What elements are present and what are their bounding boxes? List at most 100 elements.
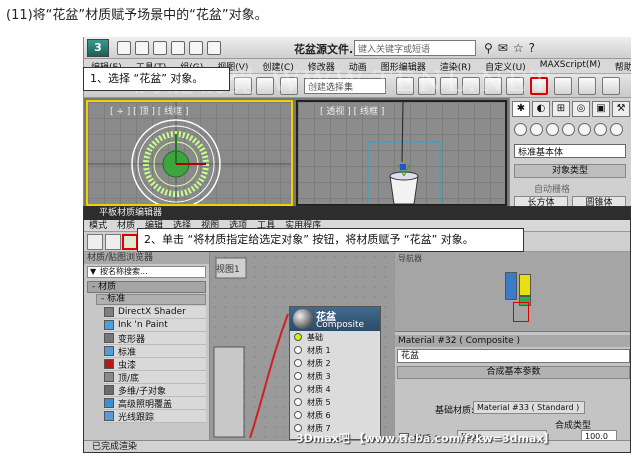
perspective-viewport[interactable]: [ 透视 ] [ 线框 ] xyxy=(296,100,507,206)
top-viewport[interactable]: [ + ] [ 顶 ] [ 线框 ] xyxy=(86,100,293,206)
base-material-label: 基础材质: xyxy=(435,406,475,416)
open-file-icon[interactable] xyxy=(135,41,149,55)
assign-material-to-selection-icon[interactable] xyxy=(122,234,138,250)
object-type-rollout[interactable]: 对象类型 xyxy=(514,164,626,178)
material-item-label: DirectX Shader xyxy=(118,307,186,317)
material-list-item[interactable]: 变形器 xyxy=(104,332,206,345)
slate-menu-mode[interactable]: 模式 xyxy=(84,220,112,231)
slot-connector-icon[interactable] xyxy=(294,333,302,341)
materials-group-header[interactable]: - 材质 xyxy=(87,281,206,293)
view-tab-label[interactable]: 视图1 xyxy=(216,262,240,275)
material-list-item[interactable]: DirectX Shader xyxy=(104,306,206,319)
material-list-item[interactable]: 光线跟踪 xyxy=(104,410,206,423)
material-swatch-icon xyxy=(104,385,114,395)
material-list-item[interactable]: 高级照明覆盖 xyxy=(104,397,206,410)
shapes-icon[interactable] xyxy=(530,123,543,136)
node-slot-base[interactable]: 基础 xyxy=(290,331,380,344)
base-material-button[interactable]: Material #33 ( Standard ) xyxy=(473,401,585,414)
composite-basic-params-rollout[interactable]: 合成基本参数 xyxy=(397,366,630,379)
composite-material-node[interactable]: 花盆 Composite 基础 材质 1 材质 2 材质 3 材质 4 材质 5… xyxy=(289,306,381,440)
node-header[interactable]: 花盆 Composite xyxy=(290,307,380,331)
modify-tab-icon[interactable]: ◐ xyxy=(532,101,550,117)
footer-watermark: 3Dmax吧 【www.tieba.com/f?kw=3dmax】 xyxy=(296,432,555,445)
material-list-item[interactable]: Ink 'n Paint xyxy=(104,319,206,332)
material-item-label: Ink 'n Paint xyxy=(118,320,168,330)
node-slot[interactable]: 材质 3 xyxy=(290,370,380,383)
material-list-item[interactable]: 虫漆 xyxy=(104,358,206,371)
step2-callout: 2、单击 “将材质指定给选定对象” 按钮，将材质赋予 “花盆” 对象。 xyxy=(137,228,524,252)
material-swatch-icon xyxy=(104,359,114,369)
rendered-frame-window-icon[interactable] xyxy=(578,77,596,95)
new-file-icon[interactable] xyxy=(117,41,131,55)
space-warps-icon[interactable] xyxy=(594,123,607,136)
material-swatch-icon xyxy=(104,333,114,343)
navigator-label: 导航器 xyxy=(398,254,422,263)
slot-connector-icon[interactable] xyxy=(294,411,302,419)
material-list-item[interactable]: 标准 xyxy=(104,345,206,358)
navigator-viewport-rect[interactable] xyxy=(513,302,529,322)
material-swatch-icon xyxy=(104,320,114,330)
motion-tab-icon[interactable]: ◎ xyxy=(572,101,590,117)
material-list-item[interactable]: 顶/底 xyxy=(104,371,206,384)
geometry-icon[interactable] xyxy=(514,123,527,136)
navigator-panel[interactable]: 导航器 xyxy=(395,252,630,332)
node-slot[interactable]: 材质 6 xyxy=(290,409,380,422)
material-item-label: 光线跟踪 xyxy=(118,412,155,423)
slot-label: 材质 2 xyxy=(307,359,331,368)
undo-icon[interactable] xyxy=(171,41,185,55)
material-name-field[interactable]: 花盆 xyxy=(397,349,630,363)
flowerpot-top-view[interactable] xyxy=(88,102,291,204)
create-tab-icon[interactable]: ✱ xyxy=(512,101,530,117)
slot-connector-icon[interactable] xyxy=(294,385,302,393)
project-folder-icon[interactable] xyxy=(207,41,221,55)
app-logo-icon[interactable]: 3 xyxy=(87,39,109,57)
node-slot[interactable]: 材质 5 xyxy=(290,396,380,409)
search-input[interactable]: 键入关键字或短语 xyxy=(354,40,476,56)
hierarchy-tab-icon[interactable]: ⊞ xyxy=(552,101,570,117)
communication-icon[interactable]: ✉ xyxy=(498,41,508,55)
helpers-icon[interactable] xyxy=(578,123,591,136)
material-swatch-icon xyxy=(104,398,114,408)
material-swatch-icon xyxy=(104,346,114,356)
render-setup-icon[interactable] xyxy=(554,77,572,95)
primitive-type-dropdown[interactable]: 标准基本体 xyxy=(514,144,626,158)
slate-title-bar: 平板材质编辑器 xyxy=(84,207,630,220)
slate-menu-material[interactable]: 材质 xyxy=(112,220,140,231)
standard-subgroup-header[interactable]: - 标准 xyxy=(96,294,206,305)
viewport-area: [ + ] [ 顶 ] [ 线框 ] [ 透视 ] [ 线框 ] xyxy=(84,98,509,208)
save-file-icon[interactable] xyxy=(153,41,167,55)
select-tool-icon[interactable] xyxy=(87,234,103,250)
slot-connector-icon[interactable] xyxy=(294,372,302,380)
menu-help[interactable]: 帮助(H) xyxy=(608,59,631,73)
help-icon[interactable]: ? xyxy=(529,41,535,55)
render-production-icon[interactable] xyxy=(602,77,620,95)
quick-access-toolbar xyxy=(117,41,221,55)
flowerpot-perspective-view[interactable] xyxy=(298,102,505,204)
slot-connector-icon[interactable] xyxy=(294,346,302,354)
material-list-item[interactable]: 多维/子对象 xyxy=(104,384,206,397)
lights-icon[interactable] xyxy=(546,123,559,136)
binoculars-icon[interactable]: ⚲ xyxy=(484,41,493,55)
display-tab-icon[interactable]: ▣ xyxy=(592,101,610,117)
node-slot[interactable]: 材质 1 xyxy=(290,344,380,357)
favorites-icon[interactable]: ☆ xyxy=(513,41,524,55)
node-slot[interactable]: 材质 2 xyxy=(290,357,380,370)
pick-material-icon[interactable] xyxy=(105,234,121,250)
dropdown-arrow-icon[interactable]: ▼ xyxy=(90,267,96,277)
step1-callout: 1、选择 “花盆” 对象。 xyxy=(83,67,230,91)
navigator-node-thumb xyxy=(505,272,517,300)
material-swatch-icon xyxy=(104,411,114,421)
systems-icon[interactable] xyxy=(610,123,623,136)
utilities-tab-icon[interactable]: ⚒ xyxy=(612,101,630,117)
material-swatch-icon xyxy=(104,372,114,382)
node-slot[interactable]: 材质 4 xyxy=(290,383,380,396)
material-item-label: 虫漆 xyxy=(118,360,137,371)
cameras-icon[interactable] xyxy=(562,123,575,136)
redo-icon[interactable] xyxy=(189,41,203,55)
navigator-node-thumb xyxy=(519,274,531,296)
slot-connector-icon[interactable] xyxy=(294,359,302,367)
browser-search-input[interactable]: ▼ 按名称搜索... xyxy=(87,266,206,278)
browser-header: 材质/贴图浏览器 xyxy=(84,252,209,264)
autogrid-checkbox[interactable]: 自动栅格 xyxy=(534,182,570,195)
slot-connector-icon[interactable] xyxy=(294,398,302,406)
